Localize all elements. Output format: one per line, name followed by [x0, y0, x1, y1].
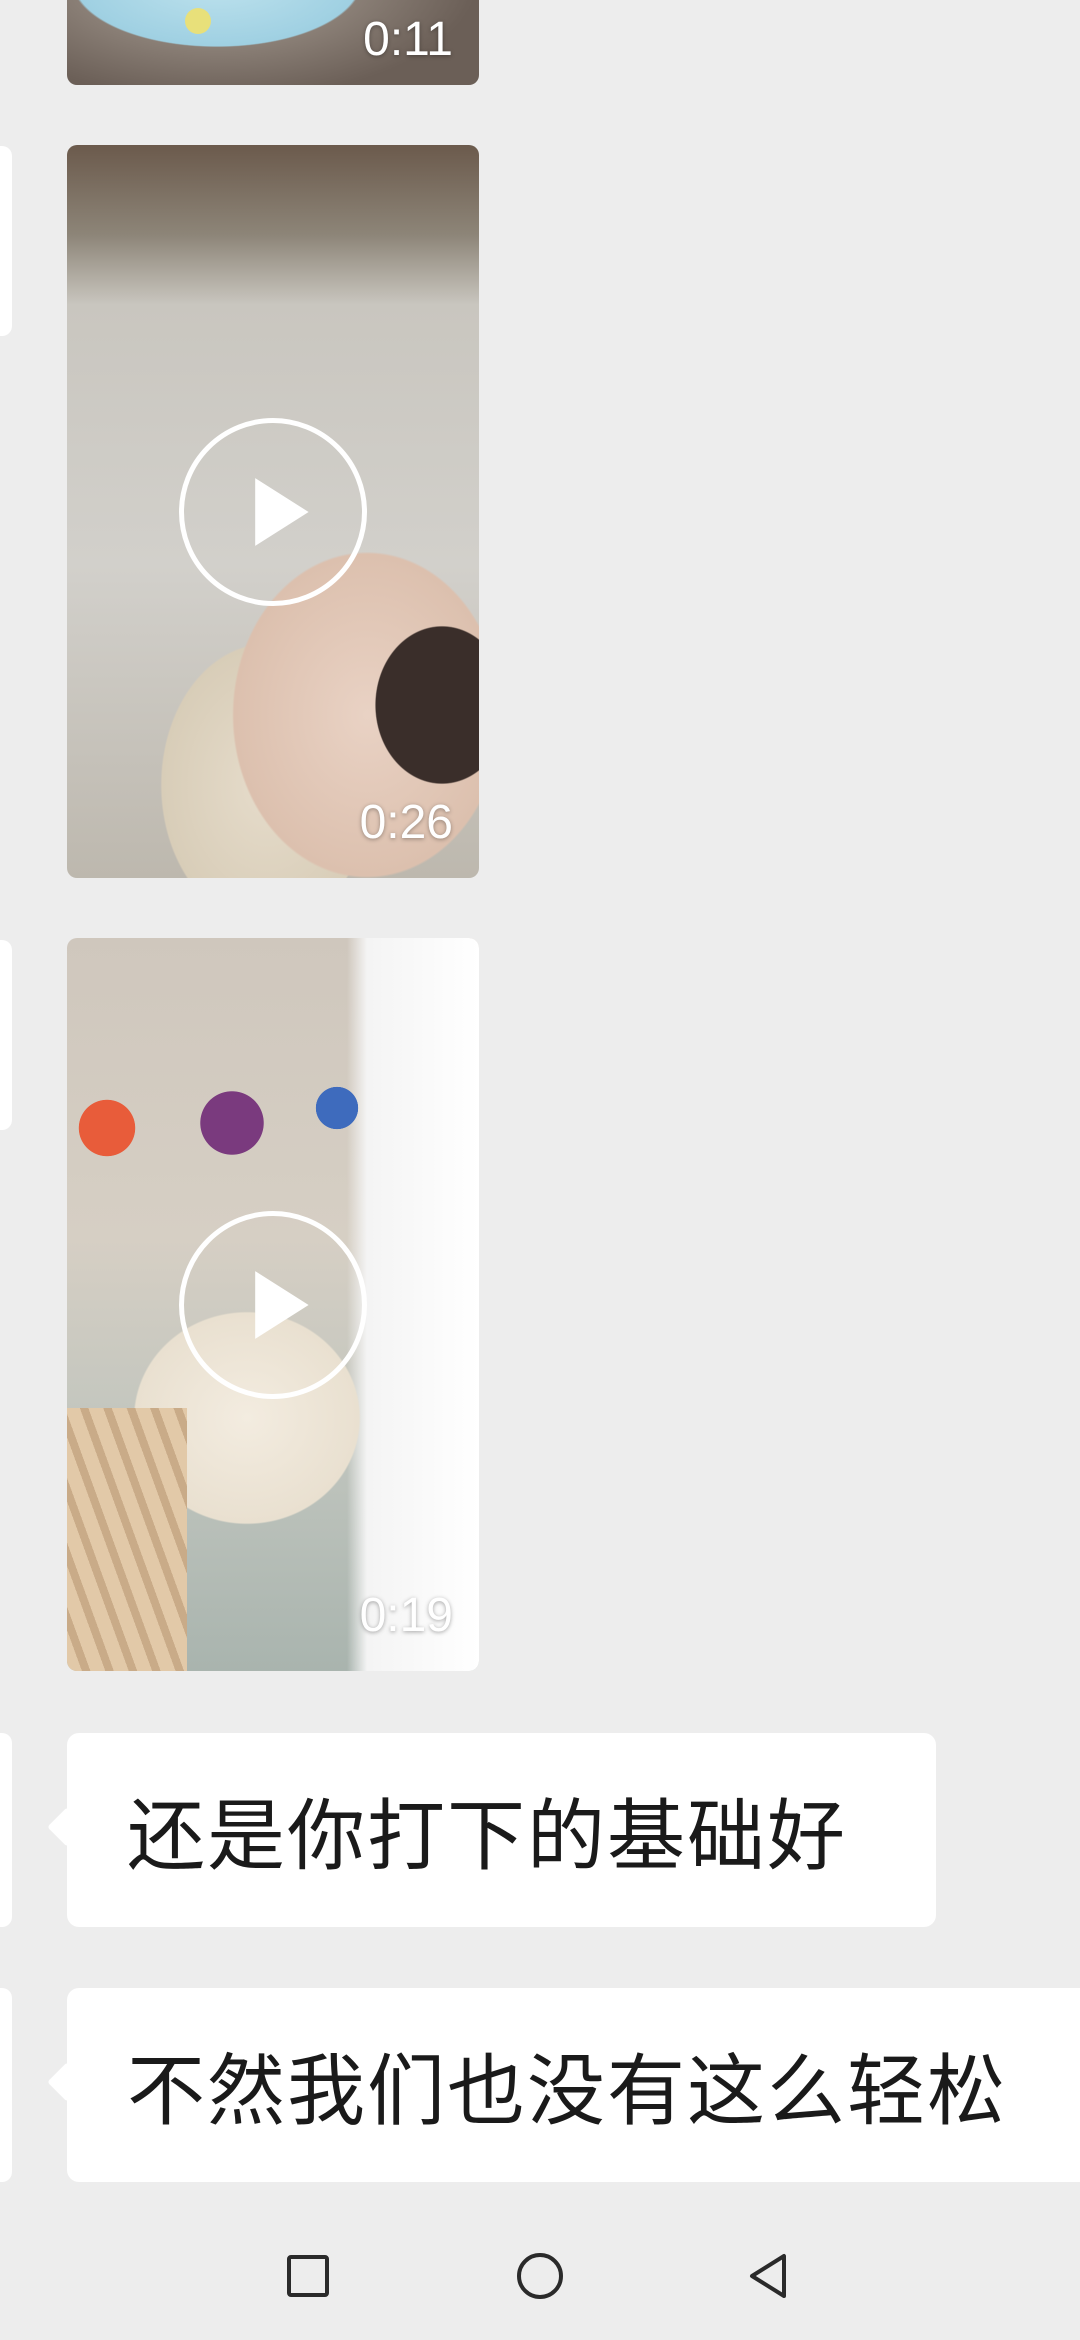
- play-button[interactable]: [179, 417, 367, 606]
- home-button[interactable]: [514, 2250, 566, 2302]
- sender-avatar[interactable]: [0, 146, 12, 336]
- video-duration: 0:19: [359, 1589, 453, 1642]
- sender-avatar[interactable]: [0, 1988, 12, 2182]
- video-duration: 0:26: [359, 796, 453, 849]
- back-icon: [750, 2254, 786, 2298]
- message-text: 不然我们也没有这么轻松: [127, 2047, 1008, 2137]
- recents-icon: [287, 2255, 329, 2297]
- recents-button[interactable]: [282, 2250, 334, 2302]
- video-message[interactable]: 0:19: [67, 938, 479, 1671]
- message-text: 还是你打下的基础好: [127, 1792, 848, 1882]
- toy-decoration: [185, 8, 211, 34]
- text-message[interactable]: 还是你打下的基础好: [67, 1733, 936, 1927]
- play-button[interactable]: [179, 1210, 367, 1399]
- play-icon: [255, 1270, 309, 1339]
- text-message[interactable]: 不然我们也没有这么轻松: [67, 1988, 1080, 2182]
- crib-rails: [67, 1408, 187, 1671]
- video-duration: 0:11: [363, 13, 453, 66]
- video-message[interactable]: 0:11: [67, 0, 479, 85]
- home-icon: [517, 2253, 563, 2299]
- sender-avatar[interactable]: [0, 940, 12, 1130]
- video-message[interactable]: 0:26: [67, 145, 479, 878]
- back-button[interactable]: [744, 2250, 796, 2302]
- sender-avatar[interactable]: [0, 1733, 12, 1927]
- navigation-bar: [0, 2190, 1080, 2340]
- play-icon: [255, 477, 309, 546]
